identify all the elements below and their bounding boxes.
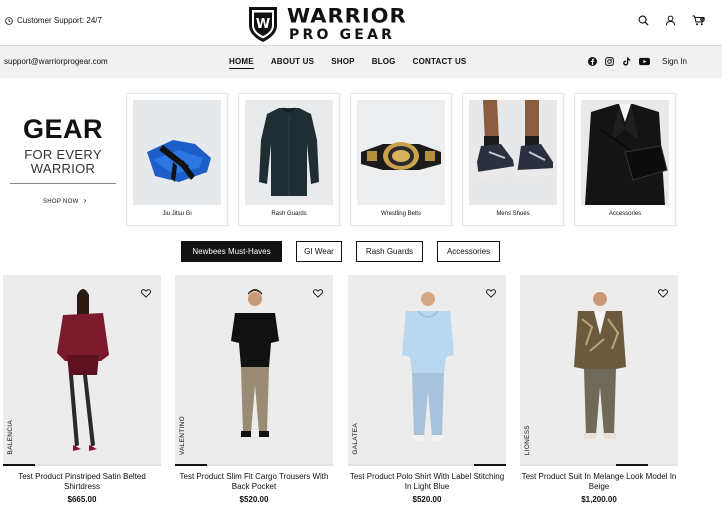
product-price: $520.00 (239, 495, 269, 504)
product-image[interactable]: GALATEA (348, 275, 506, 465)
customer-support: Customer Support: 24/7 (5, 16, 102, 25)
product-name[interactable]: Test Product Slim Fit Cargo Trousers Wit… (175, 472, 333, 492)
shield-logo-icon: W (249, 7, 277, 42)
cart-count: 0 (701, 18, 703, 22)
logo-badge-letter: W (256, 17, 270, 32)
product-brand: VALENTINO (179, 415, 186, 455)
hero-title: GEAR (22, 114, 103, 144)
wishlist-heart-icon[interactable] (486, 285, 496, 303)
tab-newbees-must-haves[interactable]: Newbees Must-Haves (181, 241, 282, 262)
category-label: Accessories (608, 211, 642, 217)
product-name[interactable]: Test Product Polo Shirt With Label Stitc… (348, 472, 506, 492)
image-slider-indicator (175, 464, 333, 466)
clock-icon (5, 16, 13, 25)
logo-line1: WARRIOR (287, 4, 407, 28)
nav-about-us[interactable]: ABOUT US (271, 57, 314, 69)
tiktok-icon[interactable] (622, 57, 631, 66)
support-email[interactable]: support@warriorprogear.com (4, 57, 108, 66)
mens-shoes-image (469, 100, 557, 205)
category-card-accessories[interactable]: Accessories (574, 93, 676, 226)
category-label: Mens Shoes (496, 211, 530, 217)
jiu-jitsu-gi-image (133, 100, 221, 205)
category-card-rash-guards[interactable]: Rash Guards (238, 93, 340, 226)
nav-contact-us[interactable]: CONTACT US (413, 57, 467, 69)
wishlist-heart-icon[interactable] (141, 285, 151, 303)
category-label: Wrestling Belts (381, 211, 421, 217)
product-brand: BALENCIA (7, 420, 14, 455)
rash-guard-image (245, 100, 333, 205)
product-brand: LIONESS (524, 424, 531, 455)
category-card-wrestling-belts[interactable]: Wrestling Belts (350, 93, 452, 226)
tab-accessories[interactable]: Accessories (437, 241, 500, 262)
product-image[interactable]: LIONESS (520, 275, 678, 465)
logo-line2: PRO GEAR (289, 27, 396, 43)
nav-blog[interactable]: BLOG (372, 57, 396, 69)
accessories-image (581, 100, 669, 205)
tab-rash-guards[interactable]: Rash Guards (356, 241, 423, 262)
category-label: Rash Guards (271, 211, 307, 217)
product-brand: GALATEA (352, 423, 359, 455)
image-slider-indicator (348, 464, 506, 466)
social-links: Sign In (588, 57, 687, 66)
support-text: Customer Support: 24/7 (17, 16, 102, 25)
hero-subtitle-line1: FOR EVERY (24, 147, 102, 162)
image-slider-indicator (3, 464, 161, 466)
nav-bar: support@warriorprogear.com HOME ABOUT US… (0, 46, 722, 78)
main-nav: HOME ABOUT US SHOP BLOG CONTACT US (229, 57, 466, 69)
product-image[interactable]: VALENTINO (175, 275, 333, 465)
header-actions: 0 (638, 15, 706, 26)
hero-text: GEAR FOR EVERY WARRIOR (10, 116, 116, 175)
shop-now-link[interactable]: SHOP NOW › (43, 196, 87, 205)
nav-shop[interactable]: SHOP (331, 57, 354, 69)
youtube-icon[interactable] (639, 57, 650, 66)
wishlist-heart-icon[interactable] (658, 285, 668, 303)
tab-gi-wear[interactable]: GI Wear (296, 241, 342, 262)
category-card-mens-shoes[interactable]: Mens Shoes (462, 93, 564, 226)
product-price: $1,200.00 (581, 495, 617, 504)
product-price: $520.00 (412, 495, 442, 504)
wishlist-heart-icon[interactable] (313, 285, 323, 303)
hero-subtitle-line2: WARRIOR (30, 160, 96, 176)
chevron-right-icon: › (83, 196, 87, 205)
sign-in-link[interactable]: Sign In (662, 57, 687, 66)
category-label: Jiu Jitsu Gi (162, 211, 192, 217)
user-icon[interactable] (665, 15, 676, 26)
instagram-icon[interactable] (605, 57, 614, 66)
product-image[interactable]: BALENCIA (3, 275, 161, 465)
product-price: $665.00 (67, 495, 97, 504)
top-bar: Customer Support: 24/7 W WARRIOR PRO GEA… (0, 0, 722, 46)
shop-now-label: SHOP NOW (43, 199, 79, 205)
category-card-jiu-jitsu-gi[interactable]: Jiu Jitsu Gi (126, 93, 228, 226)
image-slider-indicator (520, 464, 678, 466)
facebook-icon[interactable] (588, 57, 597, 66)
nav-home[interactable]: HOME (229, 57, 254, 69)
site-logo[interactable]: W WARRIOR PRO GEAR (247, 4, 437, 44)
product-name[interactable]: Test Product Pinstriped Satin Belted Shi… (3, 472, 161, 492)
search-icon[interactable] (638, 15, 649, 26)
cart-icon[interactable]: 0 (692, 15, 706, 26)
hero-divider (10, 183, 116, 184)
product-name[interactable]: Test Product Suit In Melange Look Model … (520, 472, 678, 492)
wrestling-belt-image (357, 100, 445, 205)
